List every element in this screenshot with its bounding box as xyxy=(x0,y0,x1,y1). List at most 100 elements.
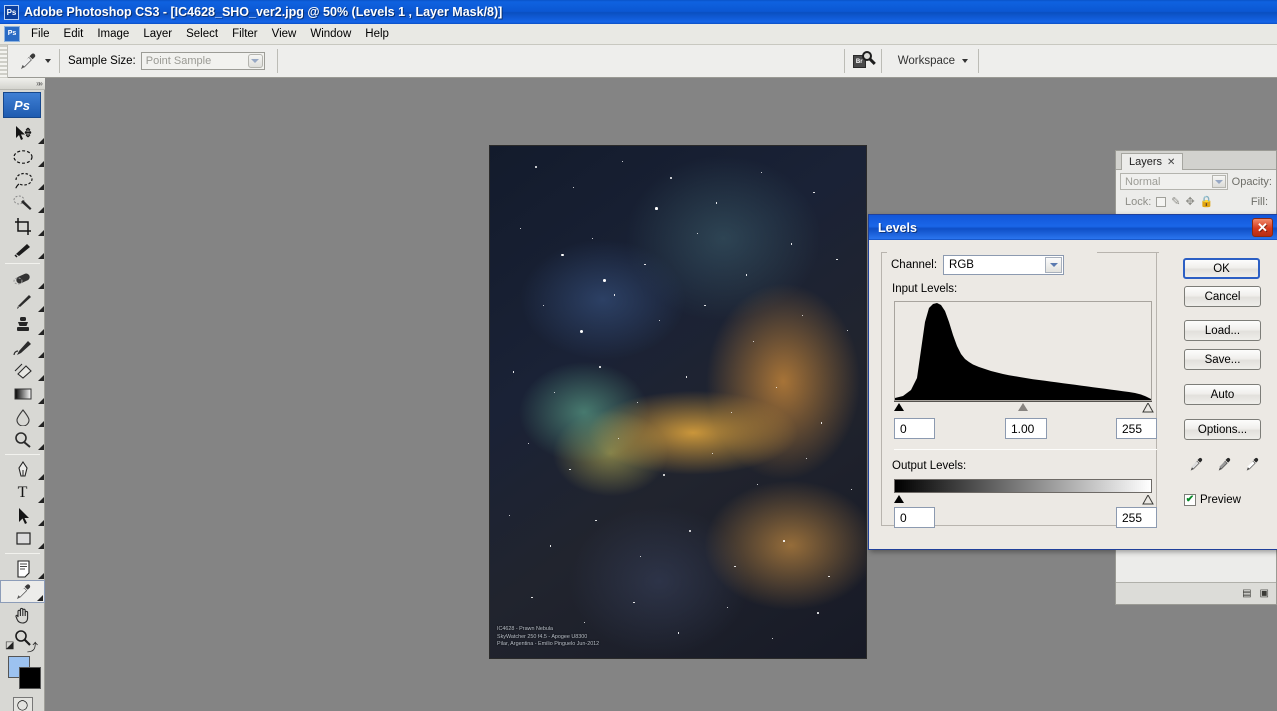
bridge-icon[interactable]: Br xyxy=(852,51,876,71)
menu-item-layer[interactable]: Layer xyxy=(136,26,179,42)
tool-gradient[interactable] xyxy=(0,382,45,405)
tool-path-selection[interactable] xyxy=(0,504,45,527)
document-image[interactable]: IC4628 - Prawn Nebula SkyWatcher 250 f4.… xyxy=(489,145,867,659)
tool-type[interactable]: T xyxy=(0,481,45,504)
input-levels-label: Input Levels: xyxy=(892,283,958,295)
new-layer-icon[interactable]: ▣ xyxy=(1260,588,1269,599)
menu-item-window[interactable]: Window xyxy=(303,26,358,42)
histogram-curve xyxy=(895,303,1151,400)
close-icon[interactable]: ✕ xyxy=(1252,218,1273,237)
output-highlight-slider[interactable] xyxy=(1142,495,1154,505)
lock-position-icon[interactable]: ✥ xyxy=(1186,195,1195,208)
quick-mask-toggle[interactable]: ◯ xyxy=(0,697,45,711)
close-icon[interactable]: ✕ xyxy=(1167,157,1175,168)
tool-clone-stamp[interactable] xyxy=(0,313,45,336)
cancel-button[interactable]: Cancel xyxy=(1184,286,1261,307)
levels-separator xyxy=(894,449,1157,450)
input-shadow-field[interactable]: 0 xyxy=(894,418,935,439)
preview-row[interactable]: ✔ Preview xyxy=(1184,494,1241,506)
input-highlight-slider[interactable] xyxy=(1142,403,1154,413)
workspace-chevron-down-icon[interactable] xyxy=(962,59,969,63)
menu-item-image[interactable]: Image xyxy=(90,26,136,42)
menu-item-view[interactable]: View xyxy=(265,26,304,42)
tool-dodge[interactable] xyxy=(0,428,45,451)
lock-image-icon[interactable]: ✎ xyxy=(1171,195,1180,208)
tool-pen[interactable] xyxy=(0,458,45,481)
ok-button[interactable]: OK xyxy=(1183,258,1260,279)
photoshop-logo-icon: Ps xyxy=(3,92,41,118)
blend-mode-row: Normal Opacity: xyxy=(1116,170,1276,193)
set-gray-point-eyedropper-icon[interactable] xyxy=(1215,457,1232,477)
output-shadow-field[interactable]: 0 xyxy=(894,507,935,528)
channel-select[interactable]: RGB xyxy=(943,255,1065,275)
workspace-label[interactable]: Workspace xyxy=(898,55,955,67)
tools-panel-grip[interactable]: »» xyxy=(0,78,45,90)
output-shadow-slider[interactable] xyxy=(894,495,904,503)
input-midtone-slider[interactable] xyxy=(1018,403,1028,411)
options-button[interactable]: Options... xyxy=(1184,419,1261,440)
caption-line-2: SkyWatcher 250 f4.5 - Apogee U8300 xyxy=(497,633,588,640)
tool-eyedropper[interactable] xyxy=(0,580,45,603)
eyedropper-icon[interactable] xyxy=(12,48,42,74)
tool-history-brush[interactable] xyxy=(0,336,45,359)
lock-transparency-icon[interactable] xyxy=(1156,196,1167,207)
menu-item-file[interactable]: File xyxy=(24,26,57,42)
input-shadow-slider[interactable] xyxy=(894,403,904,411)
output-slider-track[interactable] xyxy=(894,495,1154,507)
tool-move[interactable] xyxy=(0,122,45,145)
tool-crop[interactable] xyxy=(0,214,45,237)
input-midtone-field[interactable]: 1.00 xyxy=(1005,418,1047,439)
options-bar: Sample Size: Point Sample Br Workspace xyxy=(0,44,1277,78)
options-bar-grip[interactable] xyxy=(0,44,8,78)
channel-chevron-down-icon[interactable] xyxy=(1045,257,1063,273)
lock-all-icon[interactable]: 🔒 xyxy=(1200,195,1214,208)
set-white-point-eyedropper-icon[interactable] xyxy=(1243,457,1260,477)
tool-elliptical-marquee[interactable] xyxy=(0,145,45,168)
tool-lasso[interactable] xyxy=(0,168,45,191)
delete-layer-icon[interactable]: ▤ xyxy=(1242,588,1251,599)
tool-magic-wand[interactable] xyxy=(0,191,45,214)
sample-size-select[interactable]: Point Sample xyxy=(140,52,265,70)
input-slider-track[interactable] xyxy=(894,401,1154,415)
menu-item-help[interactable]: Help xyxy=(358,26,396,42)
tool-slice[interactable] xyxy=(0,237,45,260)
tool-preset-chevron-down-icon[interactable] xyxy=(45,59,51,63)
histogram-plot xyxy=(895,303,1151,400)
load-button[interactable]: Load... xyxy=(1184,320,1261,341)
save-button[interactable]: Save... xyxy=(1184,349,1261,370)
output-highlight-field[interactable]: 255 xyxy=(1116,507,1157,528)
tool-notes[interactable] xyxy=(0,557,45,580)
tool-rectangle-shape[interactable] xyxy=(0,527,45,550)
caption-line-3: Pilar, Argentina - Emilio Pinguelo Jun-2… xyxy=(497,640,600,647)
lock-controls: Lock: ✎ ✥ 🔒 xyxy=(1120,193,1218,210)
auto-button[interactable]: Auto xyxy=(1184,384,1261,405)
tool-hand[interactable] xyxy=(0,603,45,626)
preview-checkbox[interactable]: ✔ xyxy=(1184,494,1196,506)
output-gradient-bar xyxy=(894,479,1152,493)
set-black-point-eyedropper-icon[interactable] xyxy=(1187,457,1204,477)
menu-item-select[interactable]: Select xyxy=(179,26,225,42)
tools-panel: »» Ps T ◪ ⤴ ◯ xyxy=(0,78,45,711)
levels-dialog-titlebar: Levels ✕ xyxy=(869,215,1277,240)
background-color-swatch[interactable] xyxy=(19,667,41,689)
tools-divider-3 xyxy=(5,553,40,554)
options-divider-4 xyxy=(880,49,882,73)
tool-eraser[interactable] xyxy=(0,359,45,382)
channel-row: Channel: RGB xyxy=(891,255,1065,275)
menu-item-filter[interactable]: Filter xyxy=(225,26,265,42)
photoshop-menu-icon[interactable]: Ps xyxy=(4,26,20,42)
tool-healing-brush[interactable] xyxy=(0,267,45,290)
input-highlight-field[interactable]: 255 xyxy=(1116,418,1157,439)
blend-mode-chevron-down-icon[interactable] xyxy=(1211,175,1226,188)
menu-item-edit[interactable]: Edit xyxy=(57,26,91,42)
blend-mode-select[interactable]: Normal xyxy=(1120,173,1228,190)
star-field xyxy=(490,146,866,658)
tab-layers[interactable]: Layers ✕ xyxy=(1121,153,1184,170)
tool-brush[interactable] xyxy=(0,290,45,313)
options-divider-3 xyxy=(843,49,845,73)
default-colors-icon[interactable]: ◪ xyxy=(5,640,14,651)
swap-colors-icon[interactable]: ⤴ xyxy=(27,639,38,655)
output-levels-label: Output Levels: xyxy=(892,460,967,472)
sample-size-chevron-down-icon[interactable] xyxy=(247,54,263,68)
tool-blur[interactable] xyxy=(0,405,45,428)
